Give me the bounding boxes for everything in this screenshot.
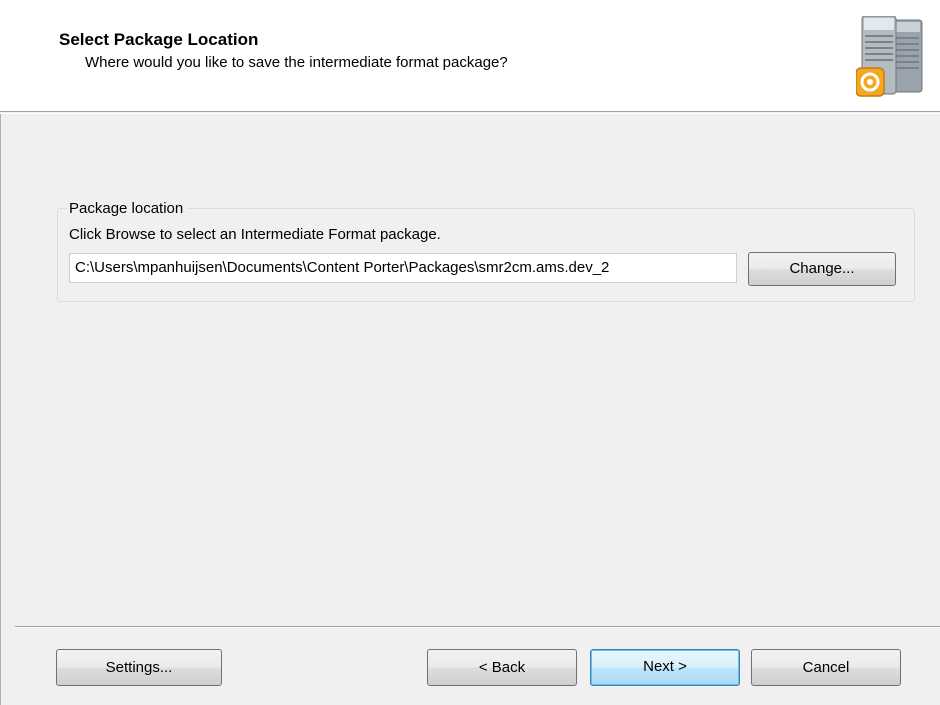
settings-button[interactable]: Settings... [56, 649, 222, 686]
window-edge [0, 114, 1, 705]
back-button[interactable]: < Back [427, 649, 577, 686]
server-stack-icon [856, 16, 923, 97]
page-title: Select Package Location [59, 30, 259, 49]
package-location-legend: Package location [67, 200, 188, 217]
package-path-field[interactable]: C:\Users\mpanhuijsen\Documents\Content P… [69, 253, 737, 283]
cancel-button[interactable]: Cancel [751, 649, 901, 686]
change-button[interactable]: Change... [748, 252, 896, 286]
footer-divider-highlight [15, 627, 940, 628]
wizard-header: Select Package Location Where would you … [0, 0, 940, 112]
package-location-instruction: Click Browse to select an Intermediate F… [69, 226, 441, 243]
next-button[interactable]: Next > [590, 649, 740, 686]
page-subtitle: Where would you like to save the interme… [85, 54, 508, 71]
header-divider [0, 113, 940, 114]
wizard-window: Select Package Location Where would you … [0, 0, 940, 705]
